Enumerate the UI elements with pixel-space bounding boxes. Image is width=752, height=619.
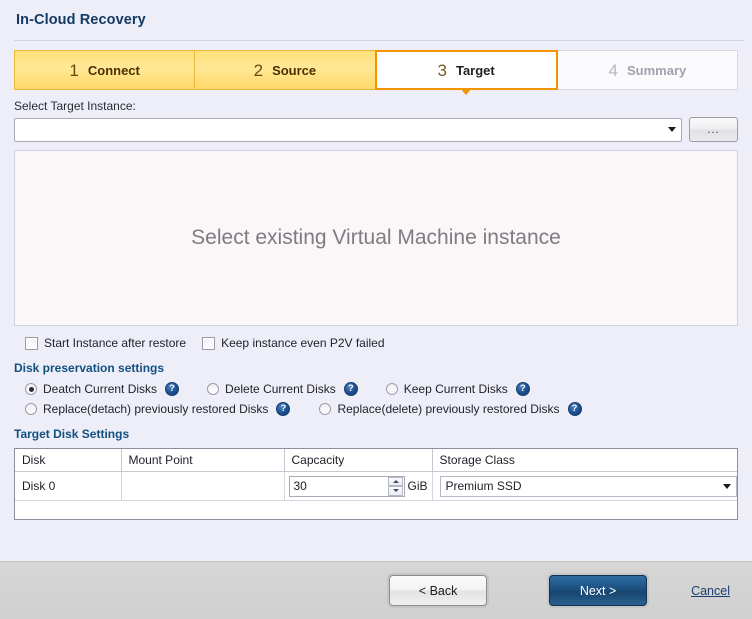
question-help-icon[interactable]: ? <box>515 382 530 396</box>
cell-mount-point[interactable] <box>121 471 285 501</box>
chevron-down-icon[interactable] <box>718 483 736 489</box>
cell-disk-name: Disk 0 <box>15 471 122 501</box>
cell-storage-class: Premium SSD <box>432 471 737 501</box>
instance-options-checkboxes: Start Instance after restore Keep instan… <box>14 336 738 350</box>
tab-target-label: Target <box>455 62 495 78</box>
active-tab-pointer-icon <box>460 88 473 95</box>
browse-instance-button[interactable]: ... <box>689 117 738 142</box>
chevron-down-icon[interactable] <box>663 127 681 132</box>
tab-connect-label: Connect <box>87 62 140 78</box>
cell-capacity: 30 GiB <box>284 471 433 501</box>
radio-replace-delete-label: Replace(delete) previously restored Disk… <box>337 402 560 416</box>
tab-summary[interactable]: 4 Summary <box>557 50 738 90</box>
checkbox-box-icon <box>25 336 38 350</box>
stepper-up-icon[interactable] <box>388 476 404 486</box>
radio-deatch-current-disks-label: Deatch Current Disks <box>43 382 158 396</box>
table-row[interactable]: Disk 0 30 GiB Premium SSD <box>15 471 737 501</box>
storage-class-value: Premium SSD <box>445 479 522 493</box>
column-header-storage-class: Storage Class <box>432 449 737 472</box>
checkbox-start-instance-after-restore-label: Start Instance after restore <box>44 336 187 350</box>
question-help-icon[interactable]: ? <box>276 402 291 416</box>
disk-preservation-settings-title: Disk preservation settings <box>14 361 165 375</box>
wizard-footer: < Back Next > Cancel <box>0 561 752 619</box>
wizard-step-tabs: 1 Connect 2 Source 3 Target 4 Summary <box>14 50 738 95</box>
question-help-icon[interactable]: ? <box>343 382 358 396</box>
radio-circle-icon <box>207 383 220 395</box>
disk-preservation-radio-row-1: Deatch Current Disks ? Delete Current Di… <box>14 382 738 396</box>
checkbox-keep-instance-even-p2v-failed[interactable]: Keep instance even P2V failed <box>202 336 385 350</box>
checkbox-box-icon <box>202 336 216 350</box>
question-help-icon[interactable]: ? <box>165 382 180 396</box>
back-button[interactable]: < Back <box>389 575 488 606</box>
target-disk-settings-table: Disk Mount Point Capcacity Storage Class… <box>14 448 738 520</box>
column-header-mount-point: Mount Point <box>121 449 285 472</box>
title-divider <box>14 40 744 41</box>
instance-preview-panel: Select existing Virtual Machine instance <box>14 150 738 326</box>
table-header-row: Disk Mount Point Capcacity Storage Class <box>15 449 737 472</box>
radio-circle-icon <box>25 383 37 395</box>
tab-summary-number: 4 <box>608 60 618 80</box>
next-button[interactable]: Next > <box>549 575 648 606</box>
radio-replace-delete-previously-restored-disks[interactable]: Replace(delete) previously restored Disk… <box>319 402 560 416</box>
target-instance-row: ... <box>14 117 738 142</box>
question-help-icon[interactable]: ? <box>567 402 582 416</box>
page-title: In-Cloud Recovery <box>16 12 146 28</box>
instance-preview-message: Select existing Virtual Machine instance <box>191 226 561 249</box>
capacity-unit-label: GiB <box>407 479 428 493</box>
radio-keep-current-disks[interactable]: Keep Current Disks <box>385 382 508 396</box>
radio-replace-detach-label: Replace(detach) previously restored Disk… <box>43 402 269 416</box>
target-instance-combobox[interactable] <box>14 117 682 142</box>
capacity-stepper-buttons[interactable] <box>388 476 404 496</box>
checkbox-keep-instance-even-p2v-failed-label: Keep instance even P2V failed <box>221 336 385 350</box>
radio-deatch-current-disks[interactable]: Deatch Current Disks <box>25 382 157 396</box>
tab-target[interactable]: 3 Target <box>374 50 558 95</box>
target-instance-label: Select Target Instance: <box>14 99 136 113</box>
radio-replace-detach-previously-restored-disks[interactable]: Replace(detach) previously restored Disk… <box>25 402 268 416</box>
window-titlebar: In-Cloud Recovery <box>0 0 752 40</box>
target-disk-settings-title: Target Disk Settings <box>14 427 130 441</box>
radio-circle-icon <box>319 403 332 415</box>
stepper-down-icon[interactable] <box>388 486 404 496</box>
in-cloud-recovery-wizard: In-Cloud Recovery 1 Connect 2 Source 3 T… <box>0 0 752 619</box>
radio-delete-current-disks-label: Delete Current Disks <box>225 382 336 396</box>
tab-connect-number: 1 <box>69 60 79 80</box>
tab-connect[interactable]: 1 Connect <box>14 50 195 90</box>
radio-circle-icon <box>25 403 37 415</box>
radio-keep-current-disks-label: Keep Current Disks <box>403 382 508 396</box>
tab-source-number: 2 <box>253 60 264 80</box>
storage-class-combobox[interactable]: Premium SSD <box>439 475 737 497</box>
column-header-capacity: Capcacity <box>284 449 433 472</box>
capacity-stepper[interactable]: 30 <box>288 475 406 497</box>
radio-circle-icon <box>385 383 398 395</box>
cancel-link[interactable]: Cancel <box>691 584 730 598</box>
radio-delete-current-disks[interactable]: Delete Current Disks <box>207 382 336 396</box>
tab-summary-label: Summary <box>626 62 687 78</box>
capacity-value: 30 <box>293 479 307 493</box>
tab-target-number: 3 <box>437 60 447 80</box>
column-header-disk: Disk <box>15 449 122 472</box>
tab-source-label: Source <box>272 62 317 78</box>
disk-preservation-radio-row-2: Replace(detach) previously restored Disk… <box>14 402 738 416</box>
target-step-content: Select Target Instance: ... Select exist… <box>0 90 752 561</box>
checkbox-start-instance-after-restore[interactable]: Start Instance after restore <box>25 336 186 350</box>
tab-source[interactable]: 2 Source <box>194 50 375 90</box>
